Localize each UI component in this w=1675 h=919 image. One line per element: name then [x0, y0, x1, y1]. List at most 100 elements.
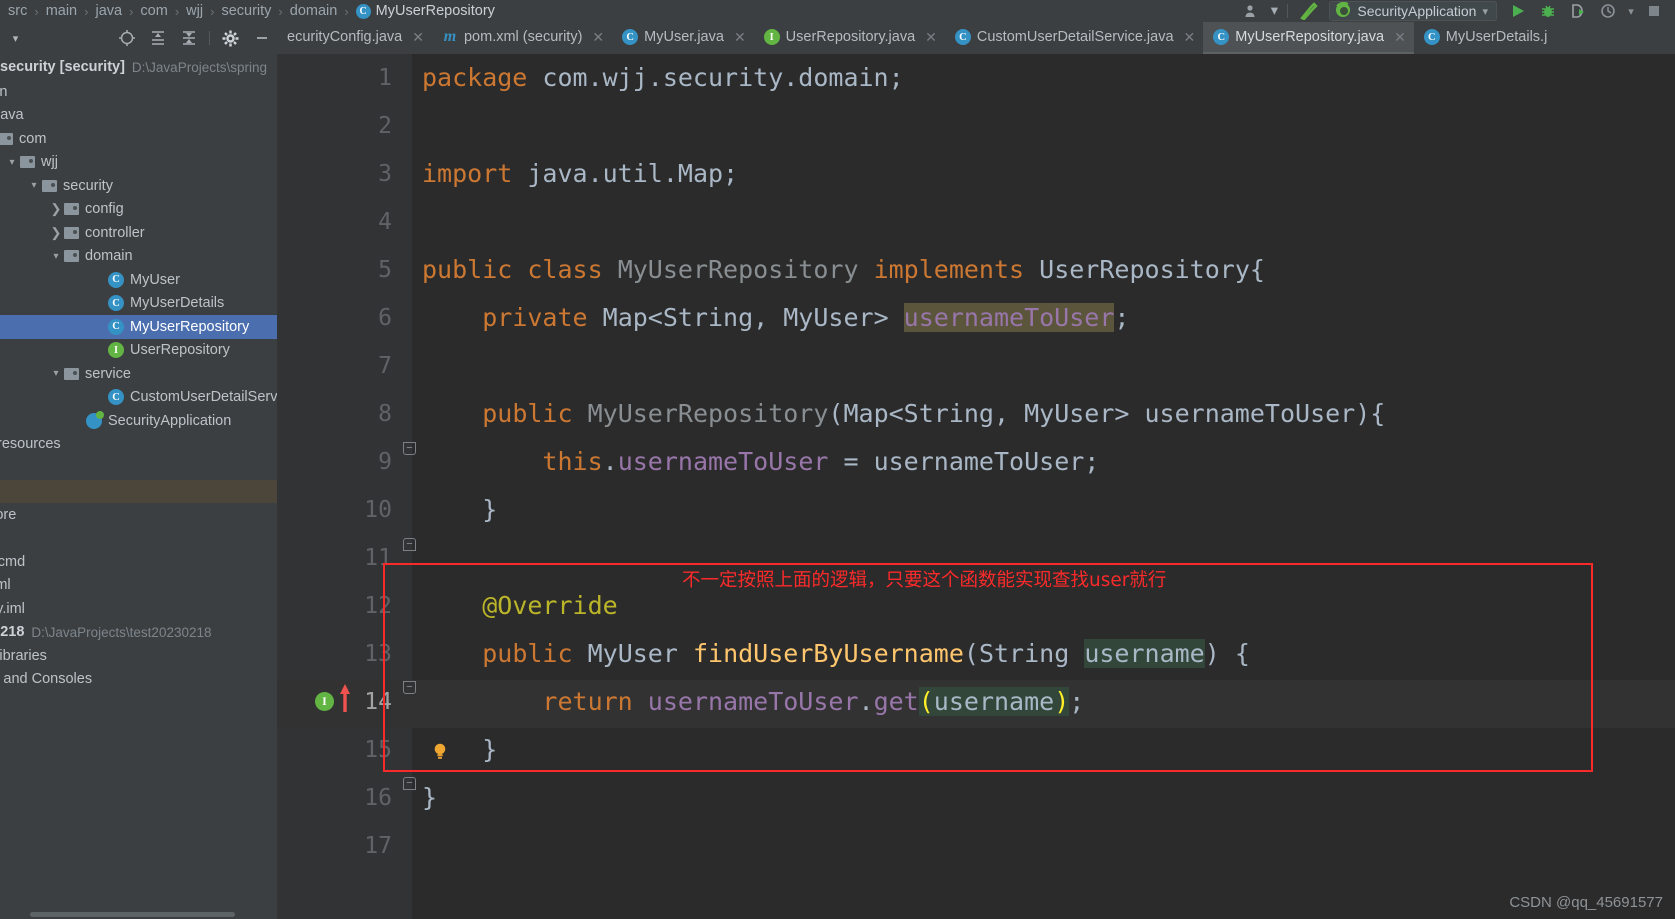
- chevron-down-icon[interactable]: ▾: [1623, 0, 1639, 22]
- run-configuration-selector[interactable]: SecurityApplication ▾: [1329, 1, 1497, 21]
- up-arrow-icon[interactable]: [337, 682, 353, 719]
- line-number: 10: [364, 497, 392, 523]
- chevron-down-icon[interactable]: ▾: [48, 251, 64, 262]
- chevron-right-icon[interactable]: ❯: [48, 201, 64, 217]
- tree-item-ignore[interactable]: ignore: [0, 503, 277, 527]
- breadcrumb-item-domain[interactable]: domain: [290, 3, 338, 19]
- tree-item-domain[interactable]: ▾ domain: [0, 245, 277, 269]
- code-content[interactable]: package com.wjj.security.domain; import …: [412, 54, 1675, 919]
- tree-item-securityapplication[interactable]: SecurityApplication: [0, 409, 277, 433]
- hammer-icon[interactable]: [1293, 0, 1323, 22]
- folder-icon: [64, 250, 79, 263]
- tree-item-label: MyUserDetails: [130, 295, 225, 312]
- chevron-down-icon[interactable]: ▾: [0, 22, 31, 54]
- close-icon[interactable]: ✕: [412, 29, 424, 46]
- chevron-right-icon[interactable]: ❯: [48, 225, 64, 241]
- breadcrumb-item-main[interactable]: main: [46, 3, 77, 19]
- tree-item-get[interactable]: get: [0, 479, 277, 503]
- tree-item-230218[interactable]: 230218 D:\JavaProjects\test20230218: [0, 621, 277, 645]
- close-icon[interactable]: ✕: [1394, 29, 1406, 46]
- line-number: 15: [364, 737, 392, 763]
- editor-tab-pomxml[interactable]: m pom.xml (security) ✕: [432, 22, 612, 54]
- line-number: 3: [378, 161, 392, 187]
- folder-icon: [64, 226, 79, 239]
- collapse-all-icon[interactable]: [173, 22, 204, 54]
- breadcrumb-item-current[interactable]: MyUserRepository: [376, 3, 495, 19]
- tree-item-com[interactable]: ▾com: [0, 127, 277, 151]
- interface-icon: I: [763, 29, 780, 45]
- chevron-down-icon[interactable]: ▾: [1266, 0, 1282, 22]
- line-number: 2: [378, 113, 392, 139]
- expand-all-icon[interactable]: [142, 22, 173, 54]
- breadcrumb-item-wjj[interactable]: wjj: [186, 3, 203, 19]
- tree-item-java[interactable]: java: [0, 104, 277, 128]
- tree-item-service[interactable]: ▾ service: [0, 362, 277, 386]
- chevron-down-icon[interactable]: ▾: [4, 157, 20, 168]
- profiler-icon[interactable]: [1593, 0, 1623, 22]
- tree-item-label: SecurityApplication: [108, 412, 232, 429]
- tree-item-config[interactable]: ❯ config: [0, 198, 277, 222]
- tree-item-n-xml[interactable]: n.xml: [0, 574, 277, 598]
- implementing-method-icon[interactable]: I: [315, 692, 334, 711]
- tree-item-controller[interactable]: ❯ controller: [0, 221, 277, 245]
- gear-icon[interactable]: [215, 22, 246, 54]
- tab-label: MyUser.java: [644, 29, 724, 45]
- tree-item-nw-cmd[interactable]: nw.cmd: [0, 550, 277, 574]
- line-number: 14: [364, 689, 392, 715]
- tree-item-security[interactable]: ▾ security: [0, 174, 277, 198]
- tree-item-myuserdetails[interactable]: C MyUserDetails: [0, 292, 277, 316]
- breadcrumb-item-com[interactable]: com: [140, 3, 167, 19]
- tree-item-nw[interactable]: nw: [0, 527, 277, 551]
- tree-item-userrepository[interactable]: I UserRepository: [0, 339, 277, 363]
- run-button[interactable]: [1503, 0, 1533, 22]
- chevron-down-icon[interactable]: ▾: [48, 368, 64, 379]
- close-icon[interactable]: ✕: [734, 29, 746, 46]
- tree-item-hes-and-consoles[interactable]: hes and Consoles: [0, 668, 277, 692]
- minimize-icon[interactable]: [246, 22, 277, 54]
- debug-icon[interactable]: [1533, 0, 1563, 22]
- chevron-down-icon[interactable]: ▾: [26, 180, 42, 191]
- breadcrumb-item-security[interactable]: security: [221, 3, 271, 19]
- tree-item-test[interactable]: test: [0, 456, 277, 480]
- divider: [209, 31, 210, 45]
- tree-item-resources[interactable]: resources: [0, 433, 277, 457]
- breadcrumb-separator: ›: [278, 3, 283, 19]
- tree-item-customuserdetailserv[interactable]: C CustomUserDetailServ: [0, 386, 277, 410]
- editor-tab-myuserdetails[interactable]: C MyUserDetails.j: [1414, 22, 1556, 54]
- ide-window: src › main › java › com › wjj › security…: [0, 0, 1675, 919]
- tree-horizontal-scrollbar[interactable]: [0, 910, 277, 919]
- breadcrumb-item-java[interactable]: java: [95, 3, 122, 19]
- breadcrumb-separator: ›: [344, 3, 349, 19]
- breadcrumb-separator: ›: [174, 3, 180, 19]
- class-icon: C: [108, 389, 124, 406]
- tree-item-label: resources: [0, 436, 61, 453]
- run-with-coverage-icon[interactable]: [1563, 0, 1593, 22]
- project-tree-panel[interactable]: security [security] D:\JavaProjects\spri…: [0, 54, 277, 919]
- tree-item-myuser[interactable]: C MyUser: [0, 268, 277, 292]
- tree-item-myuserrepository[interactable]: C MyUserRepository: [0, 315, 277, 339]
- line-number: 12: [364, 593, 392, 619]
- breadcrumb-item-src[interactable]: src: [8, 3, 27, 19]
- close-icon[interactable]: ✕: [925, 29, 937, 46]
- code-editor[interactable]: 1 2 3 4 5 6 7 8 9 10 11 12 13 14 15 16 17 − − − − I pack…: [277, 54, 1675, 919]
- stop-icon[interactable]: [1639, 0, 1669, 22]
- interface-icon: I: [108, 342, 124, 359]
- tree-item-wjj[interactable]: ▾ wjj: [0, 151, 277, 175]
- editor-tab-myuser[interactable]: C MyUser.java ✕: [612, 22, 754, 54]
- tree-item-al-libraries[interactable]: al Libraries: [0, 644, 277, 668]
- project-root-path: D:\JavaProjects\spring: [131, 59, 267, 75]
- editor-tab-myuserrepository[interactable]: C MyUserRepository.java ✕: [1203, 22, 1414, 54]
- tree-item-label: MyUser: [130, 271, 180, 288]
- tree-item-urity-iml[interactable]: urity.iml: [0, 597, 277, 621]
- tree-item-main[interactable]: main: [0, 80, 277, 104]
- chevron-down-icon[interactable]: ▾: [1482, 5, 1488, 18]
- editor-tab-userrepository[interactable]: I UserRepository.java ✕: [754, 22, 945, 54]
- close-icon[interactable]: ✕: [592, 29, 604, 46]
- editor-tab-customuserdetailservice[interactable]: C CustomUserDetailService.java ✕: [945, 22, 1203, 54]
- editor-tab-securityconfig[interactable]: ecurityConfig.java ✕: [277, 22, 432, 54]
- close-icon[interactable]: ✕: [1184, 29, 1196, 46]
- toolbar-and-tabs-row: ▾ ecurityConfig.java ✕ m pom.xml (securi…: [0, 22, 1675, 54]
- project-root-row[interactable]: security [security] D:\JavaProjects\spri…: [0, 54, 277, 80]
- scroll-from-source-icon[interactable]: [111, 22, 142, 54]
- user-icon[interactable]: [1236, 0, 1266, 22]
